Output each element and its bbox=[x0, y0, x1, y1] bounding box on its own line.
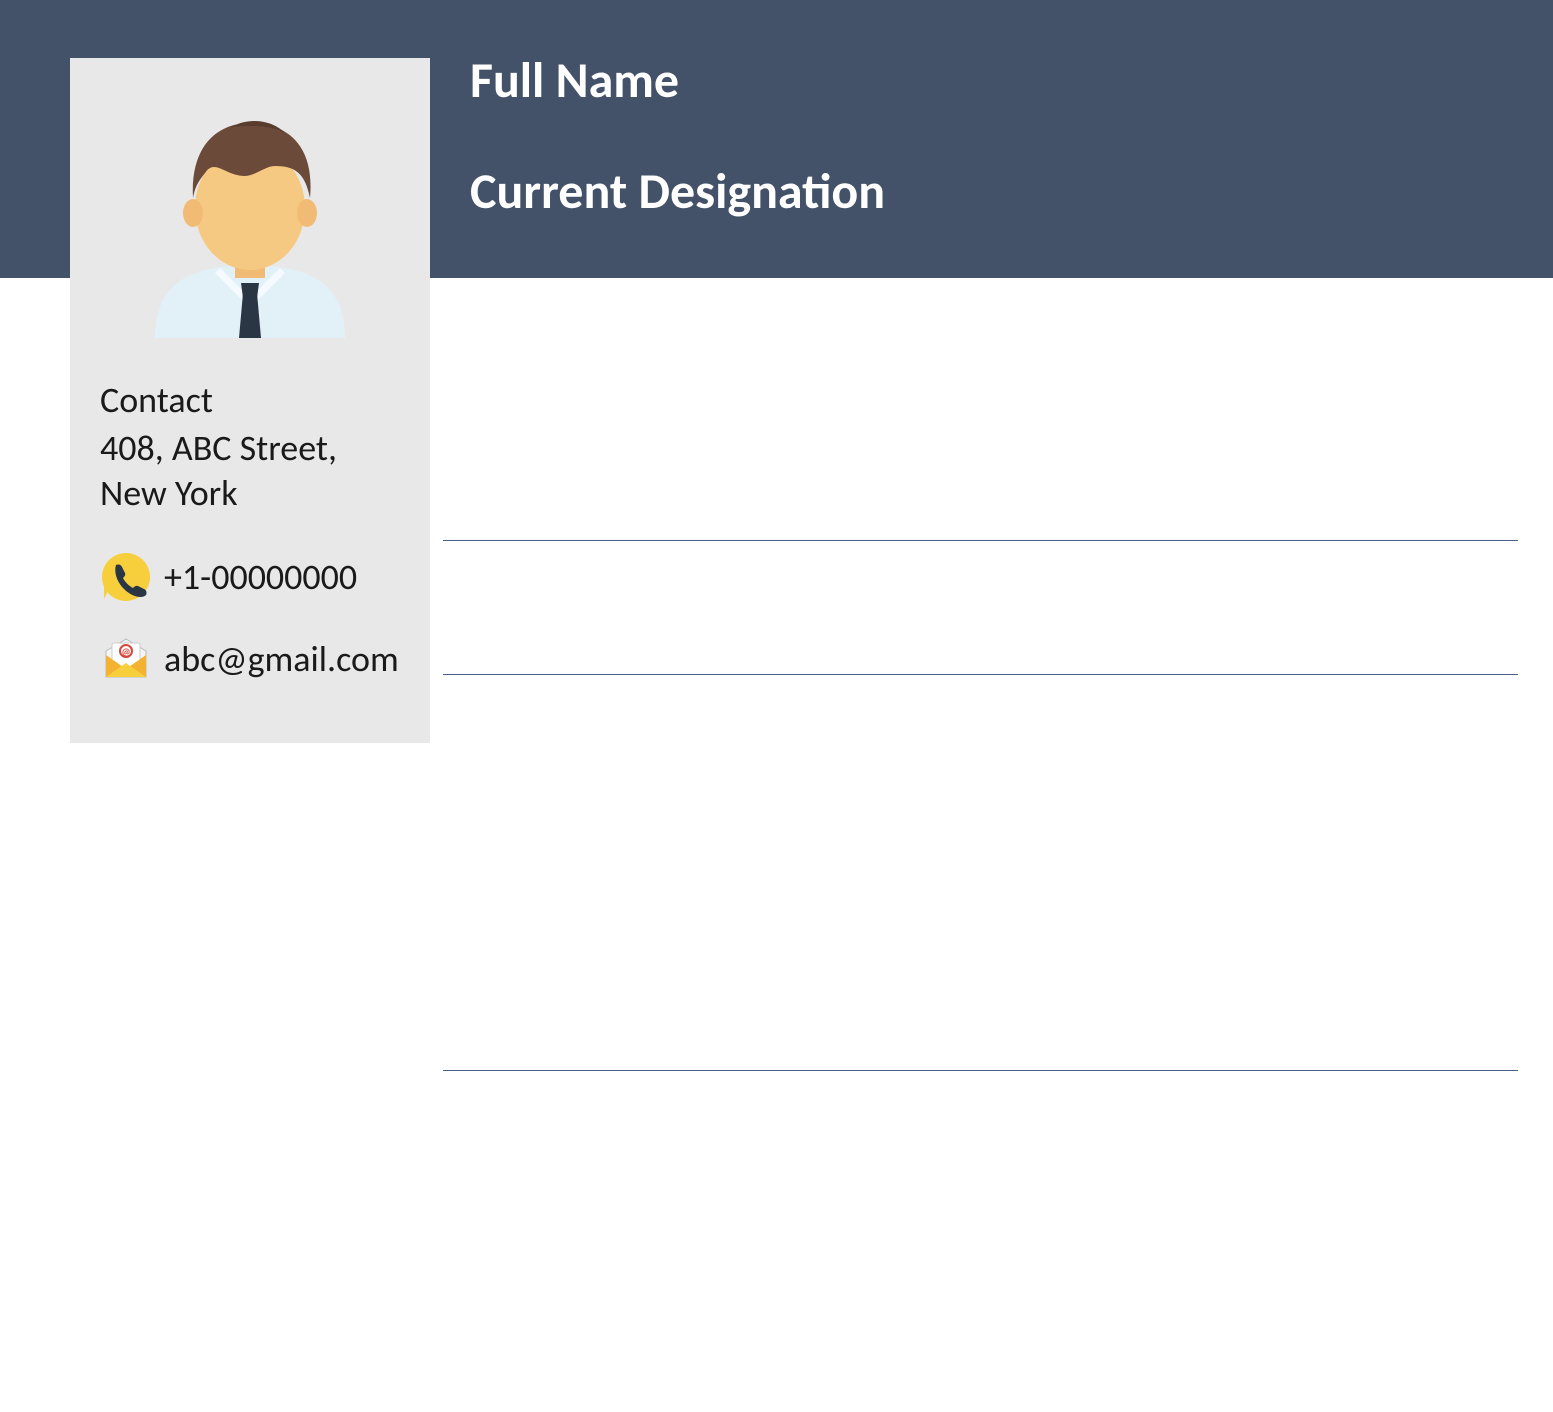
current-designation: Current Designation bbox=[470, 161, 885, 222]
address-line-2: New York bbox=[100, 471, 238, 515]
divider-1 bbox=[443, 540, 1518, 541]
divider-3 bbox=[443, 1070, 1518, 1071]
avatar-icon bbox=[135, 88, 365, 338]
contact-heading: Contact bbox=[100, 378, 400, 422]
phone-row: +1-00000000 bbox=[100, 551, 400, 603]
phone-value: +1-00000000 bbox=[164, 555, 357, 599]
address-line-1: 408, ABC Street, bbox=[100, 426, 337, 470]
name-block: Full Name Current Designation bbox=[470, 50, 885, 222]
email-icon: @ bbox=[100, 633, 152, 685]
phone-icon bbox=[100, 551, 152, 603]
address: 408, ABC Street, New York bbox=[100, 426, 400, 516]
svg-text:@: @ bbox=[122, 645, 131, 658]
email-row: @ abc@gmail.com bbox=[100, 633, 400, 685]
divider-2 bbox=[443, 674, 1518, 675]
email-value: abc@gmail.com bbox=[164, 637, 399, 681]
full-name: Full Name bbox=[470, 50, 885, 111]
sidebar-card: Contact 408, ABC Street, New York +1-000… bbox=[70, 58, 430, 743]
